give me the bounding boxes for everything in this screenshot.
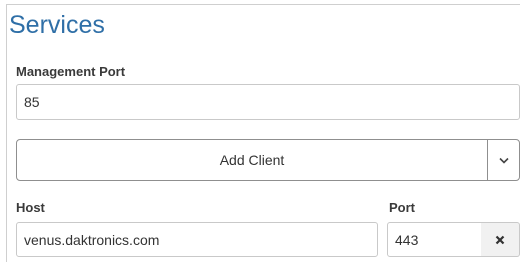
add-client-dropdown-toggle[interactable] (487, 139, 520, 181)
remove-client-button[interactable] (481, 222, 520, 257)
port-label: Port (389, 200, 415, 215)
chevron-down-icon (498, 157, 509, 164)
add-client-button[interactable]: Add Client (16, 139, 488, 181)
close-icon (495, 235, 505, 245)
add-client-label: Add Client (219, 152, 285, 168)
section-title: Services (9, 11, 105, 39)
management-port-input[interactable]: 85 (16, 84, 520, 120)
host-label: Host (16, 200, 45, 215)
host-input[interactable]: venus.daktronics.com (16, 222, 378, 257)
management-port-label: Management Port (16, 64, 126, 79)
port-input[interactable]: 443 (387, 222, 482, 257)
